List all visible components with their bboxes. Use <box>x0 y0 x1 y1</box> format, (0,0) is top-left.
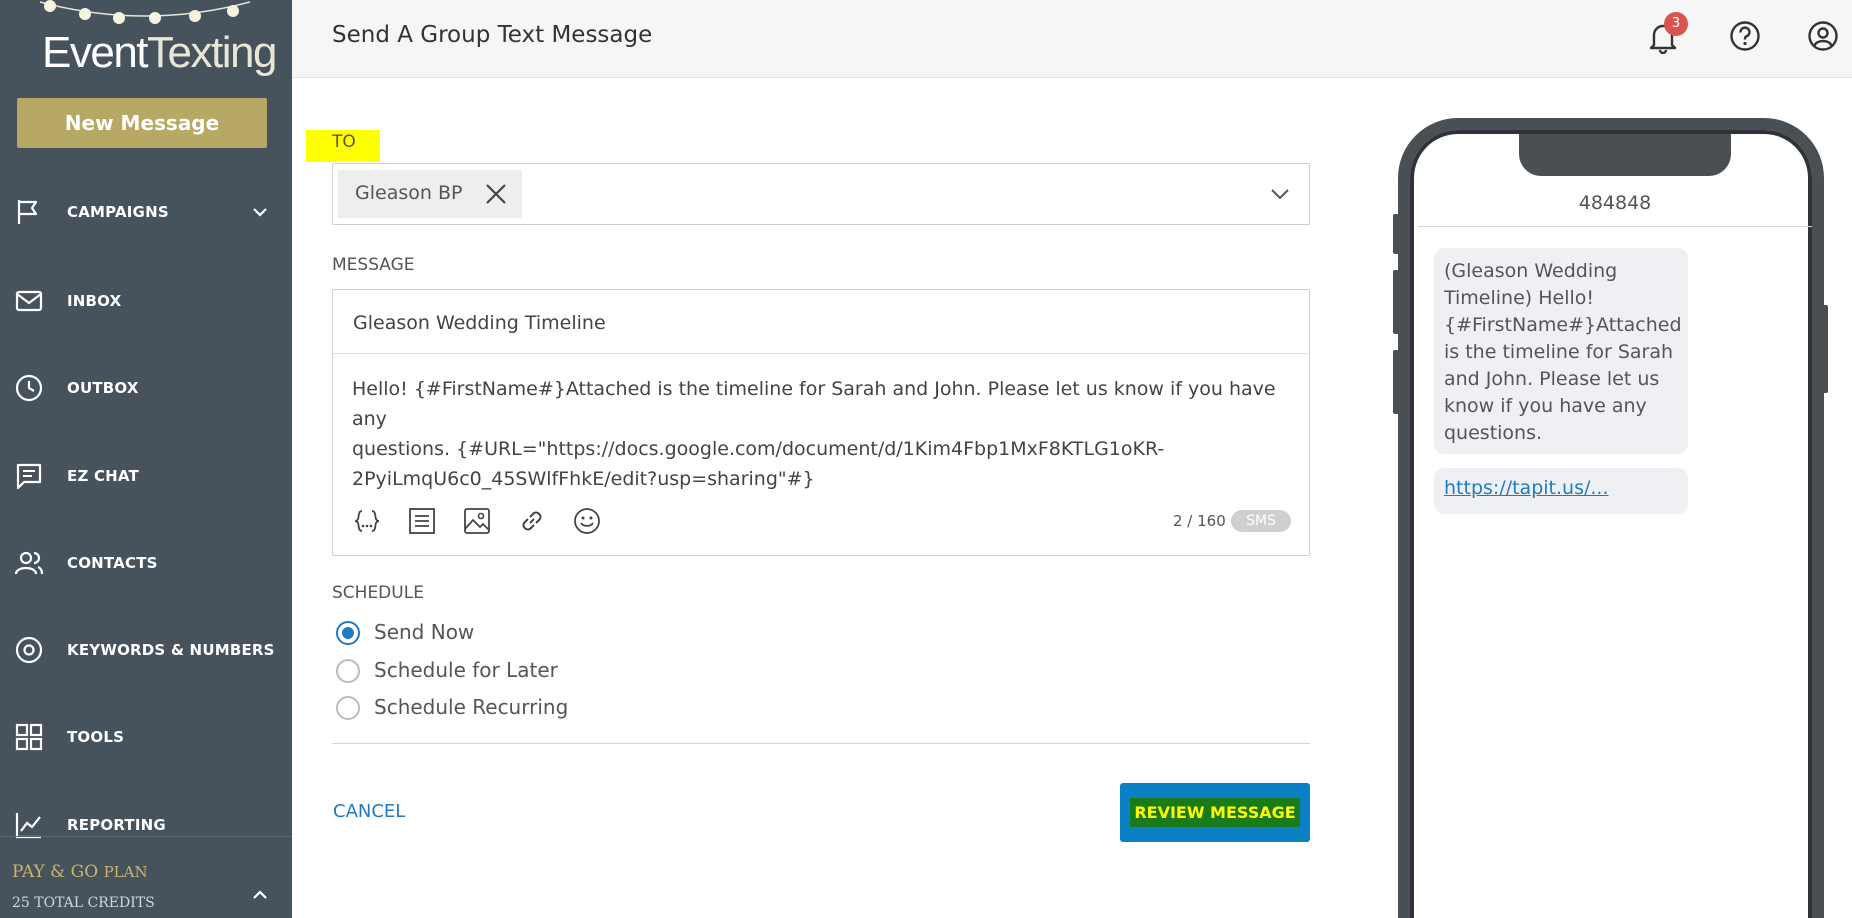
message-body-line: questions. {#URL="https://docs.google.co… <box>352 438 1165 460</box>
template-icon[interactable] <box>406 505 438 537</box>
preview-message-bubble: (Gleason Wedding Timeline) Hello! {#Firs… <box>1434 248 1688 454</box>
sidebar-item-label: CAMPAIGNS <box>67 203 169 221</box>
schedule-label: SCHEDULE <box>332 583 424 603</box>
logo[interactable]: EventTexting <box>0 0 292 90</box>
radio-schedule-recurring[interactable] <box>336 696 360 720</box>
cancel-button[interactable]: CANCEL <box>333 801 405 822</box>
page-title: Send A Group Text Message <box>332 22 653 48</box>
chevron-down-icon[interactable] <box>1270 186 1290 202</box>
target-icon <box>15 636 43 664</box>
message-body-line: 2PyiLmqU6c0_45SWlfFhkE/edit?usp=sharing"… <box>352 468 815 490</box>
sidebar-item-label: KEYWORDS & NUMBERS <box>67 641 275 659</box>
sms-badge: SMS <box>1231 510 1291 532</box>
users-icon <box>14 551 44 575</box>
message-body-line: Hello! {#FirstName#}Attached is the time… <box>352 378 1276 430</box>
plan-name: PAY & GO PLAN <box>12 862 148 882</box>
sidebar-item-label: INBOX <box>67 292 122 310</box>
chat-icon <box>16 463 42 490</box>
radio-label-schedule-later[interactable]: Schedule for Later <box>374 658 558 682</box>
message-body[interactable]: Hello! {#FirstName#}Attached is the time… <box>352 374 1292 494</box>
phone-preview: 484848 (Gleason Wedding Timeline) Hello!… <box>1398 118 1824 918</box>
envelope-icon <box>15 290 43 312</box>
sidebar-item-outbox[interactable]: OUTBOX <box>0 358 292 418</box>
sidebar-item-label: CONTACTS <box>67 554 158 572</box>
character-count: 2 / 160 <box>1173 512 1226 530</box>
preview-link[interactable]: https://tapit.us/... <box>1434 468 1688 514</box>
close-icon[interactable] <box>484 182 508 206</box>
radio-schedule-later[interactable] <box>336 659 360 683</box>
new-message-button[interactable]: New Message <box>17 98 267 148</box>
chevron-down-icon[interactable] <box>252 204 268 220</box>
sidebar-item-tools[interactable]: TOOLS <box>0 707 292 767</box>
logo-wordmark: EventTexting <box>42 28 277 77</box>
message-label: MESSAGE <box>332 255 415 275</box>
radio-label-send-now[interactable]: Send Now <box>374 620 474 644</box>
merge-field-icon[interactable] <box>351 505 383 537</box>
subject-field[interactable]: Gleason Wedding Timeline <box>333 290 1309 354</box>
sidebar-item-label: EZ CHAT <box>67 467 139 485</box>
sidebar: EventTexting New Message CAMPAIGNS INBOX… <box>0 0 292 918</box>
recipient-select[interactable]: Gleason BP <box>332 163 1310 225</box>
message-editor[interactable]: Gleason Wedding Timeline Hello! {#FirstN… <box>332 289 1310 556</box>
sidebar-item-ez-chat[interactable]: EZ CHAT <box>0 446 292 506</box>
flag-icon <box>17 200 38 224</box>
string-lights-icon <box>40 0 250 24</box>
sidebar-item-keywords-numbers[interactable]: KEYWORDS & NUMBERS <box>0 620 292 680</box>
top-header: Send A Group Text Message 3 <box>292 0 1852 78</box>
user-account-icon[interactable] <box>1807 20 1839 52</box>
sidebar-item-inbox[interactable]: INBOX <box>0 271 292 331</box>
notification-badge: 3 <box>1664 12 1688 36</box>
review-message-button[interactable]: REVIEW MESSAGE <box>1120 783 1310 842</box>
help-icon[interactable] <box>1729 20 1761 52</box>
emoji-icon[interactable] <box>571 505 603 537</box>
chevron-up-icon[interactable] <box>252 887 268 903</box>
sidebar-item-contacts[interactable]: CONTACTS <box>0 533 292 593</box>
plan-panel[interactable]: PAY & GO PLAN 25 TOTAL CREDITS <box>0 836 292 918</box>
sidebar-item-label: OUTBOX <box>67 379 139 397</box>
sidebar-item-campaigns[interactable]: CAMPAIGNS <box>0 182 292 242</box>
sidebar-item-label: REPORTING <box>67 816 166 834</box>
phone-notch <box>1519 134 1731 176</box>
radio-send-now[interactable] <box>336 621 360 645</box>
image-icon[interactable] <box>461 505 493 537</box>
preview-divider <box>1418 226 1812 227</box>
recipient-chip: Gleason BP <box>338 170 522 218</box>
divider <box>332 743 1310 744</box>
grid-icon <box>15 723 43 751</box>
sidebar-item-label: TOOLS <box>67 728 125 746</box>
to-label: TO <box>306 130 380 162</box>
review-message-label: REVIEW MESSAGE <box>1130 798 1300 827</box>
clock-icon <box>15 374 43 402</box>
radio-label-schedule-recurring[interactable]: Schedule Recurring <box>374 695 568 719</box>
link-icon[interactable] <box>516 505 548 537</box>
credits-count: 25 TOTAL CREDITS <box>12 895 155 911</box>
preview-sender-number: 484848 <box>1578 192 1652 214</box>
recipient-chip-label: Gleason BP <box>355 182 463 204</box>
phone-screen: 484848 (Gleason Wedding Timeline) Hello!… <box>1410 130 1812 918</box>
